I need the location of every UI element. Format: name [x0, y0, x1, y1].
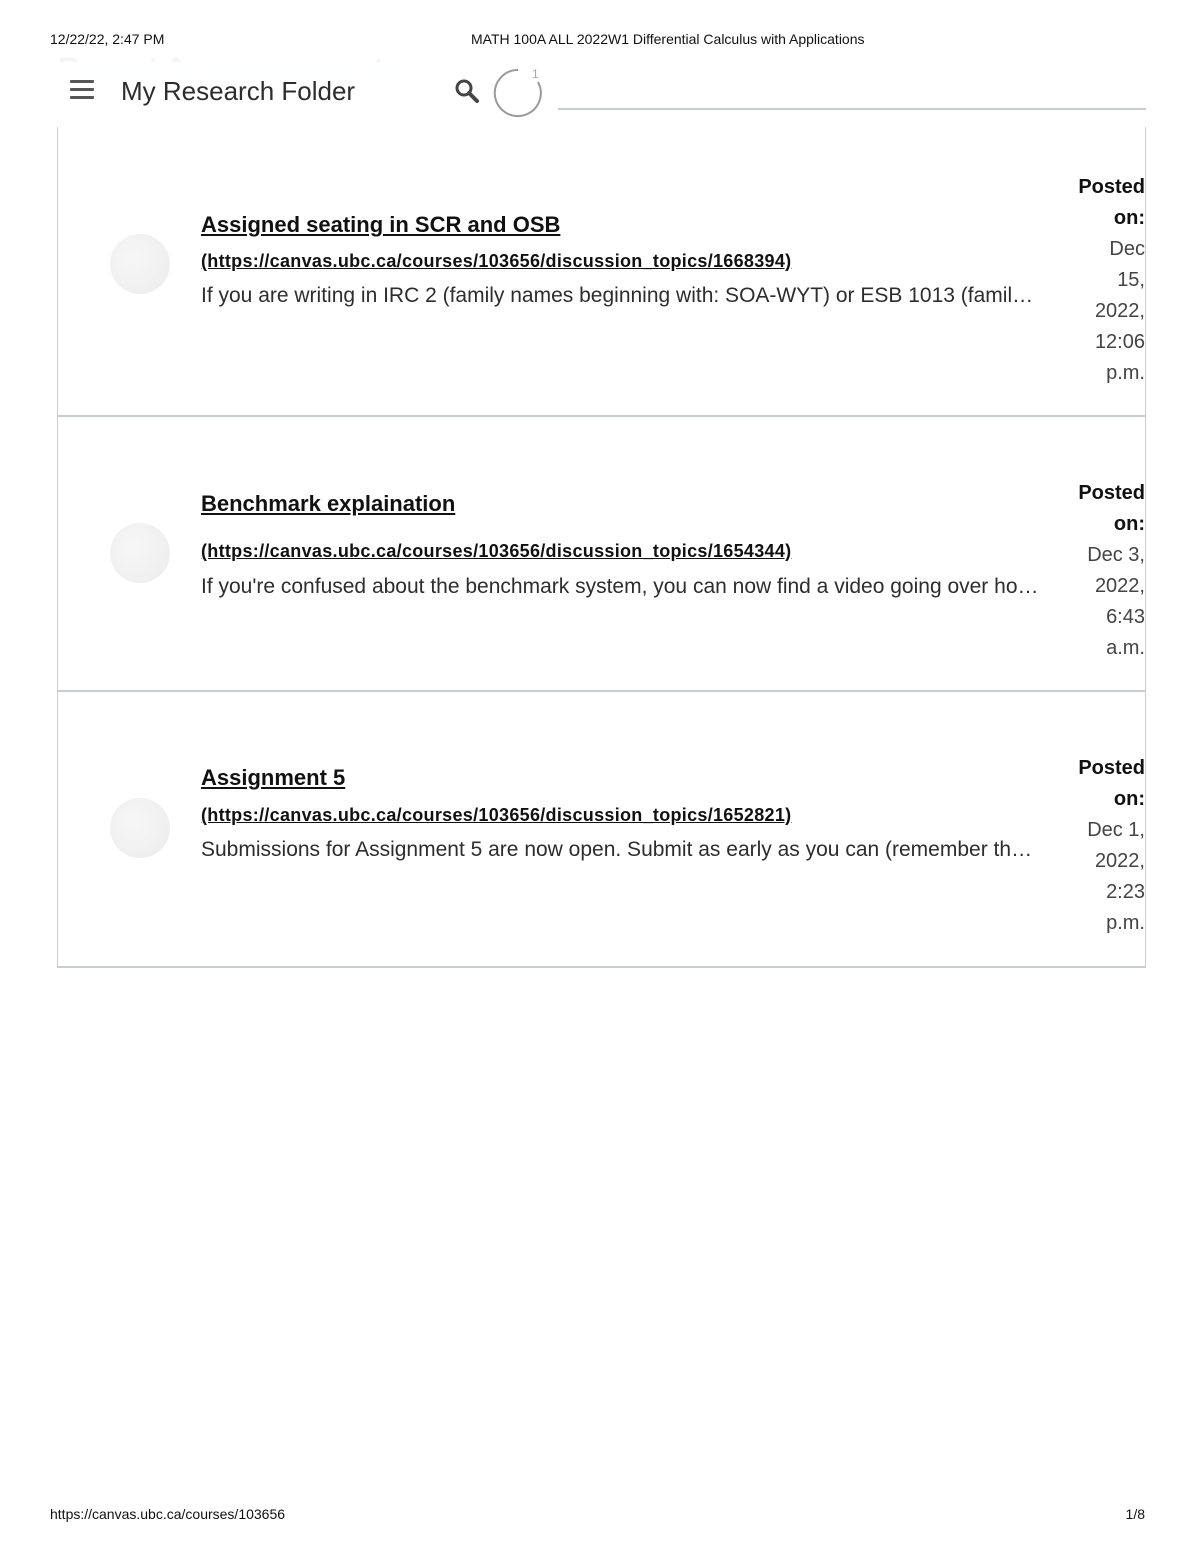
announcement-url-link[interactable]: (https://canvas.ubc.ca/courses/103656/di… [201, 251, 791, 272]
posted-date-line: 12:06 [1094, 331, 1145, 353]
top-bar-divider [558, 108, 1146, 110]
announcement-item: Assigned seating in SCR and OSB (https:/… [58, 127, 1145, 417]
announcement-url-link[interactable]: (https://canvas.ubc.ca/courses/103656/di… [201, 805, 791, 826]
announcement-title-link[interactable]: Assigned seating in SCR and OSB [201, 212, 560, 238]
announcement-title-link[interactable]: Benchmark explaination [201, 491, 455, 517]
posted-date-line: a.m. [1106, 637, 1145, 659]
posted-label: on: [1113, 788, 1145, 810]
posted-date: Posted on: Dec 1, 2022, 2:23 p.m. [1069, 753, 1145, 939]
announcement-snippet: If you are writing in IRC 2 (family name… [201, 284, 1043, 307]
avatar [110, 798, 170, 858]
notification-count-badge: 1 [532, 67, 539, 81]
print-datetime: 12/22/22, 2:47 PM [50, 31, 165, 47]
avatar [110, 234, 170, 294]
posted-date-line: Dec [1109, 238, 1145, 260]
search-icon[interactable] [454, 78, 480, 104]
top-bar: My Research Folder 1 [58, 62, 558, 124]
announcement-snippet: Submissions for Assignment 5 are now ope… [201, 838, 1043, 861]
posted-label: Posted [1078, 482, 1145, 504]
announcement-item: Assignment 5 (https://canvas.ubc.ca/cour… [58, 692, 1145, 966]
posted-date: Posted on: Dec 15, 2022, 12:06 p.m. [1069, 172, 1145, 389]
posted-label: on: [1113, 207, 1145, 229]
posted-label: on: [1113, 513, 1145, 535]
posted-date-line: 2022, [1094, 575, 1145, 597]
posted-date-line: 2022, [1094, 300, 1145, 322]
print-page-number: 1/8 [1125, 1506, 1145, 1522]
hamburger-menu-icon[interactable] [70, 80, 94, 100]
posted-date-line: p.m. [1106, 912, 1145, 934]
posted-date-line: 2:23 [1106, 881, 1145, 903]
posted-label: Posted [1078, 176, 1145, 198]
announcement-url-link[interactable]: (https://canvas.ubc.ca/courses/103656/di… [201, 541, 791, 562]
print-footer-url: https://canvas.ubc.ca/courses/103656 [50, 1506, 286, 1522]
posted-label: Posted [1078, 757, 1145, 779]
posted-date-line: 2022, [1094, 850, 1145, 872]
posted-date-line: p.m. [1106, 362, 1145, 384]
avatar [110, 523, 170, 583]
posted-date-line: 15, [1117, 269, 1145, 291]
announcements-list: Assigned seating in SCR and OSB (https:/… [57, 127, 1146, 968]
announcement-snippet: If you're confused about the benchmark s… [201, 575, 1043, 598]
posted-date-line: Dec 3, [1087, 544, 1145, 566]
announcement-title-link[interactable]: Assignment 5 [201, 765, 345, 791]
research-folder-title[interactable]: My Research Folder [121, 76, 355, 107]
posted-date-line: Dec 1, [1087, 819, 1145, 841]
announcement-item: Benchmark explaination (https://canvas.u… [58, 417, 1145, 692]
posted-date: Posted on: Dec 3, 2022, 6:43 a.m. [1069, 478, 1145, 664]
print-page-title: MATH 100A ALL 2022W1 Differential Calcul… [471, 31, 865, 47]
posted-date-line: 6:43 [1106, 606, 1145, 628]
